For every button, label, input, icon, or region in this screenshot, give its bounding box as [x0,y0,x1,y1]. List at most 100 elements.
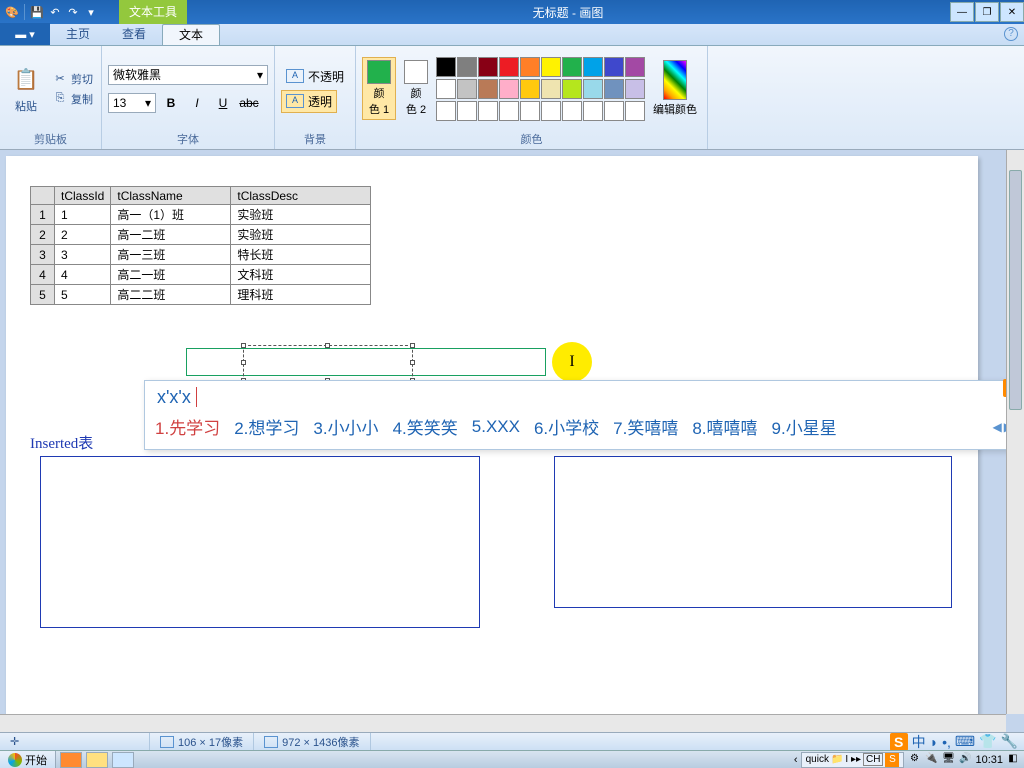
sogou-moon-icon[interactable]: ◗ [930,734,938,750]
color-swatch[interactable] [625,101,645,121]
cut-button[interactable]: ✂剪切 [50,70,95,88]
opaque-button[interactable]: A不透明 [281,65,349,88]
sogou-softkb-icon[interactable]: ⌨ [955,733,975,750]
tab-view[interactable]: 查看 [106,24,162,45]
color-swatch[interactable] [625,79,645,99]
taskbar-app-paint[interactable] [112,752,134,768]
ime-candidate[interactable]: 1.先学习 [155,414,220,439]
transparent-button[interactable]: A透明 [281,90,337,113]
color-swatch[interactable] [562,101,582,121]
sogou-lang-icon[interactable]: 中 [912,732,926,752]
close-button[interactable]: ✕ [1000,2,1024,22]
color-swatch[interactable] [583,79,603,99]
status-canvas-size: 972 × 1436像素 [254,733,370,750]
qat-dropdown-icon[interactable]: ▾ [83,4,99,20]
color-swatch[interactable] [541,101,561,121]
ime-prev-icon[interactable]: ◀ [993,420,1002,434]
color-swatch[interactable] [604,79,624,99]
cursor-highlight: I [552,342,592,382]
tray-icon[interactable]: 🔌 [924,753,938,767]
tray-volume-icon[interactable]: 🔊 [958,753,972,767]
ime-candidate[interactable]: 8.嘻嘻嘻 [692,414,757,439]
help-icon[interactable]: ? [1004,27,1018,41]
app-icon[interactable]: 🎨 [4,4,20,20]
color-swatch[interactable] [499,79,519,99]
color-swatch[interactable] [520,101,540,121]
color-swatch[interactable] [457,101,477,121]
tray-icon[interactable]: ⚙ [907,753,921,767]
table-row: 55高二二班理科班 [31,285,371,305]
save-icon[interactable]: 💾 [29,4,45,20]
color-swatch[interactable] [499,101,519,121]
font-size-combo[interactable]: 13▾ [108,93,156,113]
paste-button[interactable]: 📋 粘贴 [6,62,46,116]
cut-icon: ✂ [52,71,68,87]
taskbar-app-ppt[interactable] [60,752,82,768]
color-swatch[interactable] [478,57,498,77]
sogou-person-icon[interactable]: 👕 [979,733,996,750]
text-selection-frame[interactable] [186,348,546,376]
color-swatch[interactable] [562,57,582,77]
color-swatch[interactable] [583,57,603,77]
scrollbar-thumb[interactable] [1009,170,1022,410]
color-swatch[interactable] [604,101,624,121]
ime-candidate[interactable]: 4.笑笑笑 [393,414,458,439]
italic-button[interactable]: I [186,93,208,113]
ime-candidate[interactable]: 7.笑嘻嘻 [613,414,678,439]
group-font: 微软雅黑▾ 13▾ B I U abc 字体 [102,46,275,149]
underline-button[interactable]: U [212,93,234,113]
edit-colors-button[interactable]: 编辑颜色 [649,58,701,119]
color-swatch[interactable] [478,79,498,99]
color-swatch[interactable] [520,79,540,99]
color-swatch[interactable] [583,101,603,121]
taskbar-app-folder[interactable] [86,752,108,768]
color-swatch[interactable] [436,57,456,77]
sogou-punct-icon[interactable]: •, [942,734,951,750]
start-button[interactable]: 开始 [0,751,56,768]
color-swatch[interactable] [604,57,624,77]
color-swatch[interactable] [478,101,498,121]
tray-icon[interactable]: ◧ [1006,753,1020,767]
color-swatch[interactable] [457,79,477,99]
minimize-button[interactable]: — [950,2,974,22]
ime-candidate[interactable]: 3.小小小 [313,414,378,439]
ime-candidate[interactable]: 9.小星星 [772,414,837,439]
font-name-combo[interactable]: 微软雅黑▾ [108,65,268,85]
color-swatch[interactable] [562,79,582,99]
group-clipboard-label: 剪贴板 [6,129,95,147]
sogou-statusbar[interactable]: S 中 ◗ •, ⌨ 👕 🔧 [890,732,1024,752]
tray-expand-icon[interactable]: ‹ [794,754,798,766]
color-swatch[interactable] [499,57,519,77]
sogou-tool-icon[interactable]: 🔧 [1001,733,1018,750]
restore-button[interactable]: ❐ [975,2,999,22]
color-swatch[interactable] [436,79,456,99]
ime-candidate[interactable]: 5.XXX [472,417,520,437]
ime-candidate[interactable]: 6.小学校 [534,414,599,439]
tray-clock[interactable]: 10:31 [975,754,1003,766]
color-swatch[interactable] [625,57,645,77]
color-swatch[interactable] [541,57,561,77]
copy-button[interactable]: ⎘复制 [50,90,95,108]
statusbar: ✛ 106 × 17像素 972 × 1436像素 S 中 ◗ •, ⌨ 👕 🔧 [0,732,1024,750]
ime-candidate[interactable]: 2.想学习 [234,414,299,439]
color-swatch[interactable] [520,57,540,77]
tray-icon[interactable]: 🖥 [941,753,955,767]
redo-icon[interactable]: ↷ [65,4,81,20]
color2-button[interactable]: 颜 色 2 [400,58,432,119]
tab-text[interactable]: 文本 [162,24,220,45]
text-edit-box[interactable] [243,345,413,381]
bold-button[interactable]: B [160,93,182,113]
color1-button[interactable]: 颜 色 1 [362,57,396,120]
strike-button[interactable]: abc [238,93,260,113]
status-cursor-pos: ✛ [0,733,150,750]
tab-home[interactable]: 主页 [50,24,106,45]
color-swatch[interactable] [457,57,477,77]
language-bar[interactable]: quick 📁 I ▸▸ CH S [801,752,905,768]
horizontal-scrollbar[interactable] [0,714,1006,732]
undo-icon[interactable]: ↶ [47,4,63,20]
color-swatch[interactable] [436,101,456,121]
app-menu-button[interactable]: ▬ ▾ [0,23,50,45]
vertical-scrollbar[interactable] [1006,150,1024,714]
color-swatch[interactable] [541,79,561,99]
blue-box-right [554,456,952,608]
